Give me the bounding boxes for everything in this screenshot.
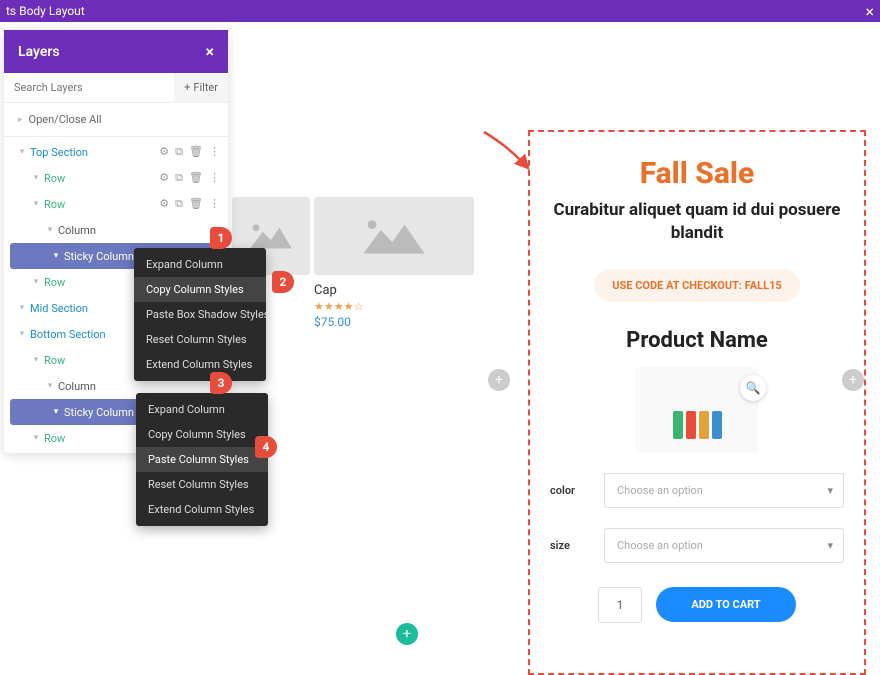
product-name: Product Name <box>546 328 848 353</box>
trash-icon[interactable]: 🗑 <box>189 197 203 211</box>
context-menu-item[interactable]: Paste Box Shadow Styles <box>134 302 266 327</box>
more-icon[interactable]: ⋮ <box>209 171 220 185</box>
annotation-marker-2: 2 <box>272 271 294 293</box>
coupon-badge: USE CODE AT CHECKOUT: FALL15 <box>594 269 799 302</box>
context-menu-item[interactable]: Expand Column <box>134 252 266 277</box>
close-icon[interactable]: × <box>865 2 874 21</box>
filter-button[interactable]: + Filter <box>174 73 228 102</box>
duplicate-icon[interactable]: ⧉ <box>175 145 183 159</box>
product-price: $75.00 <box>314 315 474 329</box>
color-select[interactable]: Choose an option <box>604 473 844 508</box>
context-menu-item[interactable]: Reset Column Styles <box>134 327 266 352</box>
context-menu-item[interactable]: Extend Column Styles <box>134 352 266 377</box>
context-menu-1: Expand ColumnCopy Column StylesPaste Box… <box>134 248 266 381</box>
product-image: 🔍 <box>636 367 758 453</box>
add-section-button[interactable]: + <box>488 369 510 391</box>
context-menu-item[interactable]: Expand Column <box>136 397 268 422</box>
duplicate-icon[interactable]: ⧉ <box>175 197 183 211</box>
more-icon[interactable]: ⋮ <box>209 145 220 159</box>
annotation-marker-3: 3 <box>210 372 232 394</box>
page-title: ts Body Layout <box>6 4 85 18</box>
more-icon[interactable]: ⋮ <box>209 197 220 211</box>
tree-row[interactable]: ▾Row⚙⧉🗑⋮ <box>4 191 228 217</box>
tree-row[interactable]: ▾Row⚙⧉🗑⋮ <box>4 165 228 191</box>
annotation-marker-4: 4 <box>255 436 277 458</box>
context-menu-item[interactable]: Copy Column Styles <box>136 422 268 447</box>
trash-icon[interactable]: 🗑 <box>189 171 203 185</box>
gear-icon[interactable]: ⚙ <box>159 171 169 185</box>
color-label: color <box>550 484 590 497</box>
add-row-button[interactable]: + <box>396 623 418 645</box>
duplicate-icon[interactable]: ⧉ <box>175 171 183 185</box>
context-menu-item[interactable]: Paste Column Styles <box>136 447 268 472</box>
context-menu-item[interactable]: Copy Column Styles <box>134 277 266 302</box>
context-menu-2: Expand ColumnCopy Column StylesPaste Col… <box>136 393 268 526</box>
promo-title: Fall Sale <box>546 156 848 191</box>
gear-icon[interactable]: ⚙ <box>159 145 169 159</box>
quantity-input[interactable]: 1 <box>598 587 642 623</box>
size-label: size <box>550 539 590 552</box>
layers-title: Layers <box>18 44 60 60</box>
image-placeholder-icon <box>314 197 474 275</box>
close-icon[interactable]: × <box>206 42 215 61</box>
context-menu-item[interactable]: Extend Column Styles <box>136 497 268 522</box>
zoom-icon[interactable]: 🔍 <box>740 375 766 401</box>
promo-subtitle: Curabitur aliquet quam id dui posuere bl… <box>546 199 848 245</box>
tree-row[interactable]: ▾Column <box>4 217 228 243</box>
open-close-all[interactable]: Open/Close All <box>4 103 228 137</box>
promo-box: Fall Sale Curabitur aliquet quam id dui … <box>528 130 866 675</box>
context-menu-item[interactable]: Reset Column Styles <box>136 472 268 497</box>
layers-panel: Layers × + Filter Open/Close All ▾Top Se… <box>4 30 228 453</box>
product-card[interactable]: Cap ★★★★☆ $75.00 <box>314 197 474 329</box>
add-to-cart-button[interactable]: ADD TO CART <box>656 587 796 622</box>
product-title: Cap <box>314 283 474 298</box>
annotation-arrow-icon <box>480 128 534 174</box>
trash-icon[interactable]: 🗑 <box>189 145 203 159</box>
search-input[interactable] <box>4 73 174 102</box>
annotation-marker-1: 1 <box>210 227 232 249</box>
tree-row[interactable]: ▾Top Section⚙⧉🗑⋮ <box>4 139 228 165</box>
size-select[interactable]: Choose an option <box>604 528 844 563</box>
gear-icon[interactable]: ⚙ <box>159 197 169 211</box>
rating-stars: ★★★★☆ <box>314 300 474 313</box>
